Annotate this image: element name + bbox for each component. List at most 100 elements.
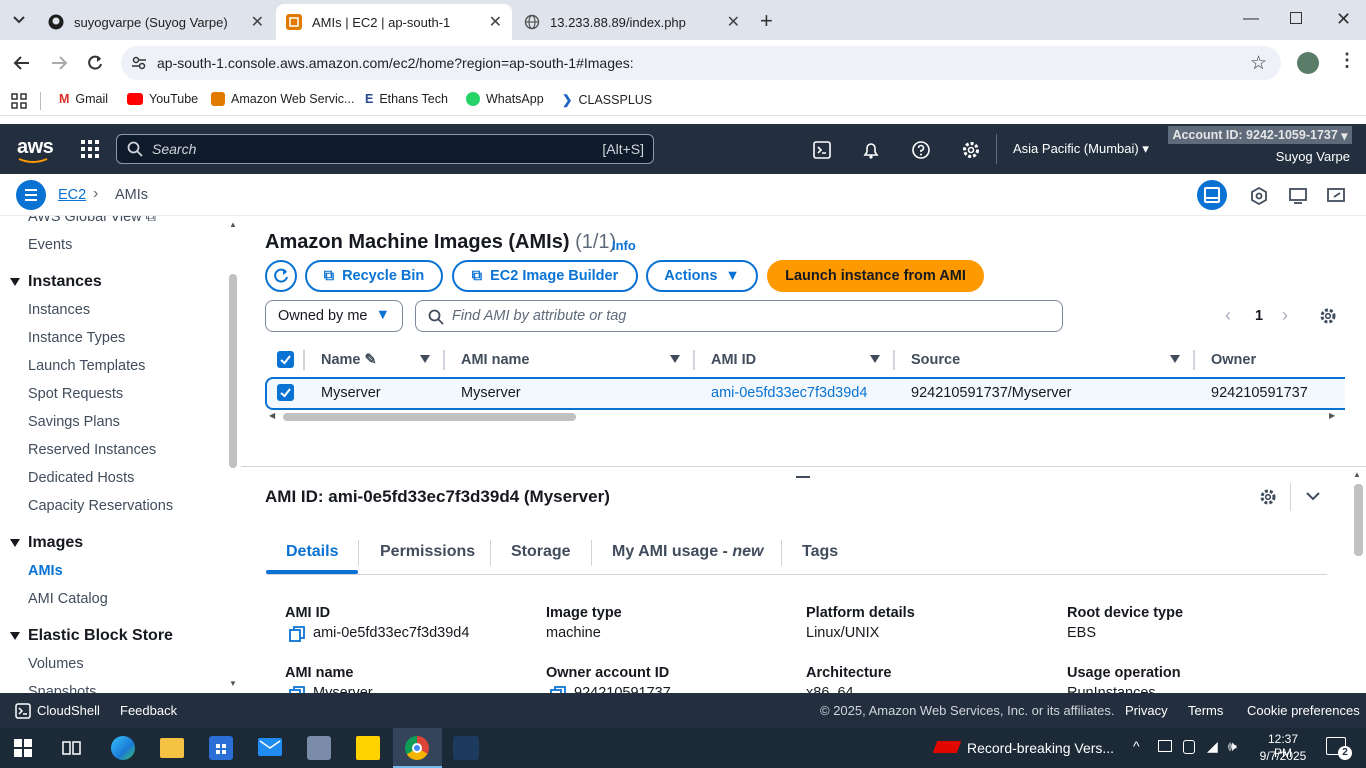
close-icon[interactable]: ✕ <box>251 12 264 32</box>
ami-filter-input[interactable]: Find AMI by attribute or tag <box>415 300 1063 332</box>
nav-reserved-instances[interactable]: Reserved Instances <box>28 442 156 458</box>
task-view-icon[interactable] <box>62 739 82 757</box>
sticky-notes-icon[interactable] <box>356 736 380 760</box>
close-icon[interactable]: ✕ <box>489 12 502 32</box>
bookmark-whatsapp[interactable]: WhatsApp <box>466 92 544 106</box>
nav-section-images[interactable]: Images <box>10 534 83 552</box>
launch-instance-button[interactable]: Launch instance from AMI <box>767 260 984 292</box>
volume-icon[interactable]: 🕪 <box>1228 738 1237 755</box>
tab-details[interactable]: Details <box>286 543 338 561</box>
info-link[interactable]: Info <box>612 238 636 253</box>
edge-icon[interactable] <box>111 736 135 760</box>
nav-global-view[interactable]: AWS Global View ⧉ <box>28 216 156 225</box>
select-all-checkbox[interactable] <box>277 351 294 368</box>
site-info-icon[interactable] <box>131 55 147 71</box>
windows-start-icon[interactable] <box>14 739 32 757</box>
minimize-icon[interactable]: — <box>1243 10 1259 28</box>
tab-search-icon[interactable] <box>10 12 28 28</box>
tab-github[interactable]: suyogvarpe (Suyog Varpe) ✕ <box>38 4 274 40</box>
nav-section-instances[interactable]: Instances <box>10 273 102 291</box>
col-ami-name[interactable]: AMI name <box>461 352 530 368</box>
scrollbar-thumb[interactable] <box>229 274 237 468</box>
new-tab-icon[interactable]: + <box>760 8 773 34</box>
scroll-down-icon[interactable]: ▼ <box>229 679 237 688</box>
nav-ami-catalog[interactable]: AMI Catalog <box>28 591 108 607</box>
tab-storage[interactable]: Storage <box>511 543 571 561</box>
bell-icon[interactable] <box>861 140 881 160</box>
reload-icon[interactable] <box>85 53 105 73</box>
scroll-right-icon[interactable]: ▶ <box>1329 411 1335 420</box>
nav-amis[interactable]: AMIs <box>28 563 63 579</box>
tab-permissions[interactable]: Permissions <box>380 543 475 561</box>
privacy-link[interactable]: Privacy <box>1125 703 1168 718</box>
terms-link[interactable]: Terms <box>1188 703 1223 718</box>
forward-icon[interactable] <box>49 54 69 72</box>
nav-volumes[interactable]: Volumes <box>28 656 84 672</box>
bookmark-gmail[interactable]: M Gmail <box>59 92 108 106</box>
next-page-icon[interactable]: › <box>1282 305 1288 326</box>
app-icon[interactable] <box>307 736 331 760</box>
scroll-left-icon[interactable]: ◀ <box>269 411 275 420</box>
menu-icon[interactable] <box>16 180 46 210</box>
apps-grid-icon[interactable] <box>11 93 27 109</box>
user-name[interactable]: Suyog Varpe <box>1276 149 1350 164</box>
back-icon[interactable] <box>12 54 32 72</box>
refresh-button[interactable] <box>265 260 297 292</box>
store-icon[interactable] <box>209 736 233 760</box>
cookie-preferences-link[interactable]: Cookie preferences <box>1247 703 1360 718</box>
sort-caret-icon[interactable] <box>420 355 430 363</box>
feedback-link[interactable]: Feedback <box>120 703 177 718</box>
nav-section-ebs[interactable]: Elastic Block Store <box>10 627 173 645</box>
device-icon[interactable] <box>1183 740 1195 754</box>
tab-amis[interactable]: AMIs | EC2 | ap-south-1 ✕ <box>276 4 512 40</box>
sort-caret-icon[interactable] <box>870 355 880 363</box>
recycle-bin-button[interactable]: ⧉ Recycle Bin <box>305 260 443 292</box>
menu-dots-icon[interactable]: ⋮ <box>1338 50 1356 71</box>
cloudshell-link[interactable]: CloudShell <box>37 703 100 718</box>
nav-snapshots[interactable]: Snapshots <box>28 684 97 693</box>
col-owner[interactable]: Owner <box>1211 352 1256 368</box>
scroll-up-icon[interactable]: ▲ <box>229 220 237 229</box>
vscode-remote-icon[interactable] <box>453 736 479 760</box>
wifi-icon[interactable]: ◢ <box>1207 738 1218 755</box>
copy-icon[interactable] <box>289 626 305 642</box>
col-source[interactable]: Source <box>911 352 960 368</box>
nav-spot-requests[interactable]: Spot Requests <box>28 386 123 402</box>
page-scrollbar-thumb[interactable] <box>1354 484 1363 556</box>
expand-window-icon[interactable] <box>1326 186 1346 206</box>
services-grid-icon[interactable] <box>81 140 99 158</box>
nav-savings-plans[interactable]: Savings Plans <box>28 414 120 430</box>
nav-events[interactable]: Events <box>28 237 72 253</box>
breadcrumb-ec2[interactable]: EC2 <box>58 187 86 203</box>
cell-ami-id-link[interactable]: ami-0e5fd33ec7f3d39d4 <box>711 385 867 401</box>
drag-handle-icon[interactable] <box>796 476 810 478</box>
scroll-up-icon[interactable]: ▲ <box>1353 470 1361 479</box>
avatar[interactable] <box>1297 52 1319 74</box>
nav-launch-templates[interactable]: Launch Templates <box>28 358 145 374</box>
hexagon-icon[interactable] <box>1250 187 1268 205</box>
url-bar[interactable]: ap-south-1.console.aws.amazon.com/ec2/ho… <box>121 46 1281 80</box>
row-checkbox[interactable] <box>277 384 294 401</box>
panel-toggle-icon[interactable] <box>1197 180 1227 210</box>
file-explorer-icon[interactable] <box>160 738 184 758</box>
prev-page-icon[interactable]: ‹ <box>1225 305 1231 326</box>
nav-instances[interactable]: Instances <box>28 302 90 318</box>
sort-caret-icon[interactable] <box>1170 355 1180 363</box>
bookmark-classplus[interactable]: ❯ CLASSPLUS <box>562 92 652 108</box>
image-builder-button[interactable]: ⧉ EC2 Image Builder <box>452 260 638 292</box>
tab-tags[interactable]: Tags <box>802 543 838 561</box>
preferences-gear-icon[interactable] <box>1319 307 1337 325</box>
news-ticker[interactable]: Record-breaking Vers... <box>967 740 1114 756</box>
chevron-down-icon[interactable] <box>1305 490 1321 502</box>
sidebar-scrollbar[interactable]: ▲ ▼ <box>228 216 240 693</box>
chrome-taskbar-item[interactable] <box>393 728 442 768</box>
cloudshell-icon[interactable] <box>812 140 832 160</box>
sort-caret-icon[interactable] <box>670 355 680 363</box>
bookmark-aws[interactable]: Amazon Web Servic... <box>211 92 354 106</box>
col-ami-id[interactable]: AMI ID <box>711 352 756 368</box>
nav-capacity-reservations[interactable]: Capacity Reservations <box>28 498 173 514</box>
bookmark-ethans[interactable]: E Ethans Tech <box>365 92 448 106</box>
region-selector[interactable]: Asia Pacific (Mumbai) ▾ <box>1013 141 1149 157</box>
bookmark-star-icon[interactable]: ☆ <box>1250 52 1267 75</box>
close-icon[interactable]: ✕ <box>727 12 740 32</box>
